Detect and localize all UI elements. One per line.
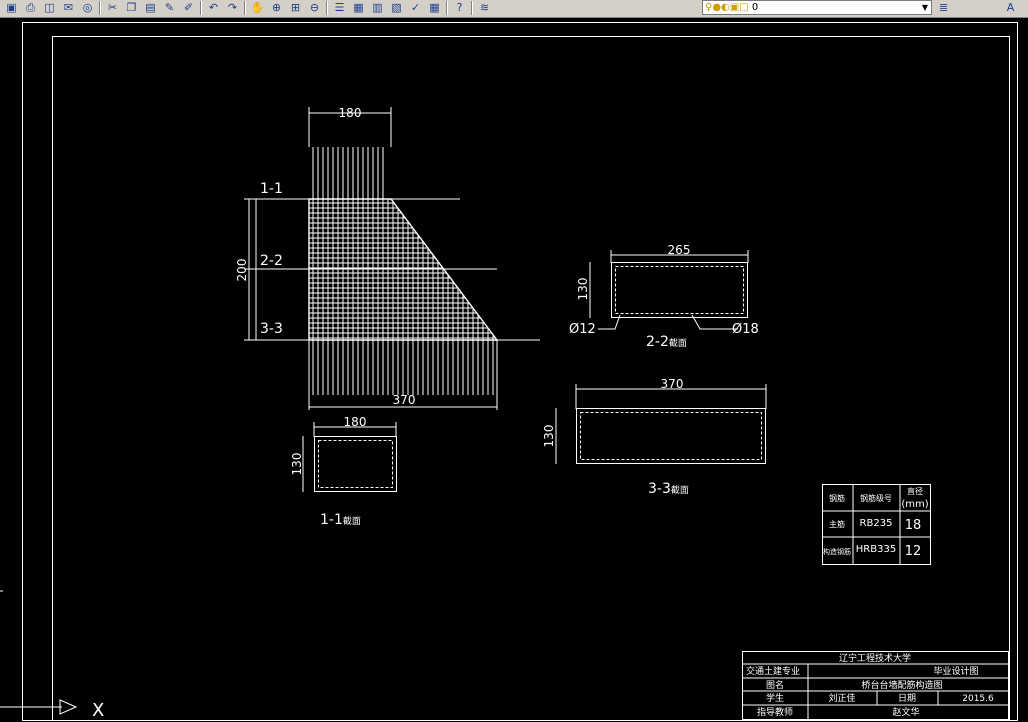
title-major: 交通土建专业: [746, 665, 800, 677]
section-3-3-height: 130: [542, 425, 556, 448]
match-properties-icon[interactable]: ✎: [162, 1, 177, 15]
copy-icon[interactable]: ❐: [124, 1, 139, 15]
toolbar-separator: [99, 1, 101, 15]
title-drawing-name-label: 图名: [766, 679, 784, 691]
ucs-icon: [0, 590, 78, 715]
text-style-icon[interactable]: A: [1003, 1, 1018, 15]
toolbar-separator: [471, 1, 473, 15]
section-2-2-drawing: [589, 250, 749, 330]
rebar-callout-left: Ø12: [569, 322, 596, 337]
rebar-callout-right: Ø18: [732, 322, 759, 337]
section-1-1-width: 180: [344, 415, 367, 429]
zoom-previous-icon[interactable]: ⊖: [307, 1, 322, 15]
save-icon[interactable]: ▣: [4, 1, 19, 15]
section-1-1-title: 1-1截面: [320, 512, 361, 528]
tool-palette-icon[interactable]: ▥: [370, 1, 385, 15]
section-2-2-title: 2-2截面: [646, 334, 687, 350]
table-row2-grade: HRB335: [856, 544, 896, 555]
layer-name: 0: [751, 2, 759, 13]
chevron-down-icon[interactable]: ▼: [920, 1, 930, 15]
title-advisor: 赵文华: [892, 706, 919, 718]
table-row1-grade: RB235: [860, 518, 893, 529]
table-header-diameter: 直径: [907, 486, 923, 496]
zoom-realtime-icon[interactable]: ⊕: [269, 1, 284, 15]
publish-icon[interactable]: ✉: [61, 1, 76, 15]
markup-icon[interactable]: ✓: [408, 1, 423, 15]
calculator-icon[interactable]: ▦: [427, 1, 442, 15]
section-mark-1-1: 1-1: [260, 181, 283, 197]
title-drawing-name: 桥台台墙配筋构造图: [861, 679, 942, 691]
drawing-canvas[interactable]: 180 200 370 1-1 2-2 3-3 180 130 1-1截面 26…: [0, 17, 1028, 722]
section-2-2-width: 265: [668, 243, 691, 257]
elevation-view: [244, 107, 540, 410]
plot-preview-icon[interactable]: ◫: [42, 1, 57, 15]
table-row2-dia: 12: [905, 544, 922, 559]
table-row2-name: 构造钢筋: [823, 547, 851, 556]
section-2-2-height: 130: [576, 278, 590, 301]
design-center-icon[interactable]: ▦: [351, 1, 366, 15]
title-advisor-label: 指导教师: [757, 706, 793, 718]
title-date-label: 日期: [898, 693, 916, 704]
toolbar-separator: [200, 1, 202, 15]
zoom-window-icon[interactable]: ⊞: [288, 1, 303, 15]
undo-icon[interactable]: ↶: [206, 1, 221, 15]
pan-icon[interactable]: ✋: [250, 1, 265, 15]
sheet-outer-border: [22, 22, 1018, 721]
ucs-x-label: X: [92, 700, 104, 721]
print-icon[interactable]: ⎙: [23, 1, 38, 15]
section-1-1-drawing: [302, 422, 397, 492]
toolbar-separator: [244, 1, 246, 15]
title-university: 辽宁工程技术大学: [839, 652, 911, 664]
layer-dropdown[interactable]: ♀●◐▣□ 0 ▼: [702, 0, 932, 15]
title-student: 刘正佳: [828, 692, 855, 704]
toolbar-separator: [446, 1, 448, 15]
title-date: 2015.6: [962, 694, 994, 704]
table-header-grade: 钢筋级号: [860, 493, 892, 503]
section-3-3-drawing: [555, 384, 767, 464]
section-3-3-width: 370: [661, 377, 684, 391]
toolbar-separator: [326, 1, 328, 15]
table-row1-name: 主筋: [829, 519, 845, 529]
section-3-3-title: 3-3截面: [648, 481, 689, 497]
standard-toolbar: ▣ ⎙ ◫ ✉ ◎ ✂ ❐ ▤ ✎ ✐ ↶ ↷ ✋ ⊕ ⊞ ⊖ ☰ ▦ ▥ ▧ ✓ ▦? ≋ ≣ A ♀●◐▣□ 0 ▼: [0, 0, 1028, 18]
paste-icon[interactable]: ▤: [143, 1, 158, 15]
elevation-height-dim: 200: [235, 259, 249, 282]
title-student-label: 学生: [766, 692, 784, 704]
web-icon[interactable]: ◎: [80, 1, 95, 15]
section-1-1-height: 130: [290, 453, 304, 476]
properties-icon[interactable]: ☰: [332, 1, 347, 15]
layer-manager-icon[interactable]: ≋: [477, 1, 492, 15]
layer-state-icon[interactable]: ≣: [936, 1, 951, 15]
section-mark-2-2: 2-2: [260, 253, 283, 269]
elevation-top-dim: 180: [339, 106, 362, 120]
table-header-unit: (mm): [901, 499, 928, 510]
section-mark-3-3: 3-3: [260, 321, 283, 337]
redo-icon[interactable]: ↷: [225, 1, 240, 15]
layer-status-icons: ♀●◐▣□: [705, 2, 749, 13]
cut-icon[interactable]: ✂: [105, 1, 120, 15]
title-design-type: 毕业设计图: [933, 665, 978, 677]
sheet-inner-border: [52, 36, 1010, 721]
table-header-rebar: 钢筋: [829, 493, 845, 503]
table-row1-dia: 18: [905, 518, 922, 533]
help-icon[interactable]: ?: [452, 1, 467, 15]
brush-icon[interactable]: ✐: [181, 1, 196, 15]
sheet-set-icon[interactable]: ▧: [389, 1, 404, 15]
elevation-bottom-dim: 370: [393, 393, 416, 407]
